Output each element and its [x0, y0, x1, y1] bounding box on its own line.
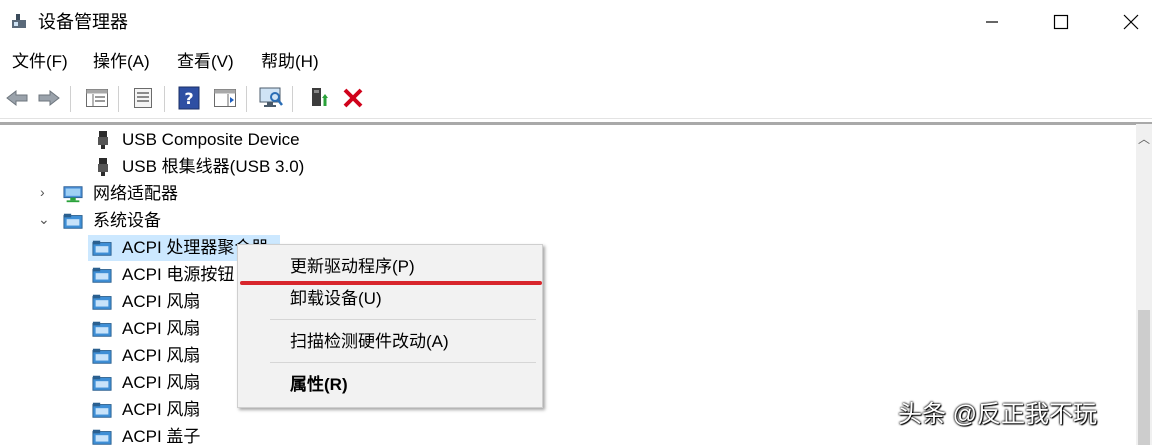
close-icon [1123, 14, 1139, 30]
tree-row-label: ACPI 风扇 [122, 346, 201, 365]
toolbar-separator [164, 86, 165, 112]
network-adapter-icon [63, 186, 83, 203]
tree-row-acpi-fan[interactable]: ACPI 风扇 [0, 315, 1136, 342]
menu-separator [270, 362, 536, 363]
properties-toolbar-button[interactable] [130, 85, 156, 111]
tree-row-label: ACPI 电源按钮 [122, 265, 235, 284]
update-driver-button[interactable] [306, 85, 332, 111]
help-toolbar-button[interactable]: ? [176, 85, 202, 111]
tree-row-system-devices[interactable]: ⌄ 系统设备 [0, 207, 1136, 234]
red-highlight-underline [240, 281, 542, 285]
menu-item-properties[interactable]: 属性(R) [290, 373, 348, 397]
chevron-right-icon[interactable]: › [40, 184, 54, 202]
toolbar-separator [70, 86, 71, 112]
svg-text:?: ? [184, 89, 193, 108]
action-pane-button[interactable] [212, 85, 238, 111]
update-driver-icon [312, 88, 328, 106]
menu-bar: 文件(F) 操作(A) 查看(V) 帮助(H) [0, 46, 1152, 78]
tree-row-label: 网络适配器 [93, 184, 178, 203]
back-button[interactable] [4, 85, 30, 111]
tree-row-acpi-fan[interactable]: ACPI 风扇 [0, 369, 1136, 396]
tree-row-label: USB Composite Device [122, 130, 300, 149]
menu-item-uninstall-device[interactable]: 卸载设备(U) [290, 287, 382, 311]
toolbar: ? [0, 80, 1152, 119]
toolbar-separator [118, 86, 119, 112]
minimize-button[interactable] [957, 0, 1027, 44]
system-device-folder-icon [92, 402, 112, 418]
tree-row-usb-composite-device[interactable]: USB Composite Device [0, 126, 1136, 153]
show-hide-console-tree-button[interactable] [84, 85, 110, 111]
forward-button[interactable] [36, 85, 62, 111]
tree-row-label: 系统设备 [93, 211, 161, 230]
context-menu: 更新驱动程序(P) 卸载设备(U) 扫描检测硬件改动(A) 属性(R) [237, 244, 543, 408]
usb-plug-icon [98, 131, 108, 149]
scroll-up-chevron-icon[interactable]: ︿ [1136, 130, 1152, 146]
tree-row-acpi-fan[interactable]: ACPI 风扇 [0, 288, 1136, 315]
usb-plug-icon [98, 158, 108, 176]
uninstall-device-button[interactable] [340, 85, 366, 111]
system-device-folder-icon [92, 321, 112, 337]
system-device-folder-icon [92, 348, 112, 364]
tree-row-label: USB 根集线器(USB 3.0) [122, 157, 305, 176]
vertical-scrollbar[interactable]: ︿ [1136, 124, 1152, 445]
tree-row-network-adapters[interactable]: › 网络适配器 [0, 180, 1136, 207]
system-device-folder-icon [92, 240, 112, 256]
toolbar-separator [246, 86, 247, 112]
close-button[interactable] [1096, 0, 1152, 44]
delete-x-icon [343, 88, 363, 108]
tree-row-label: ACPI 风扇 [122, 400, 201, 419]
device-tree: USB Composite Device USB 根集线器(USB 3.0) ›… [0, 124, 1136, 445]
watermark: 头条 @反正我不玩 [898, 401, 1098, 428]
title-bar: 设备管理器 [0, 0, 1152, 44]
console-tree-icon [86, 89, 108, 107]
scrollbar-thumb[interactable] [1138, 310, 1150, 445]
tree-row-usb-root-hub[interactable]: USB 根集线器(USB 3.0) [0, 153, 1136, 180]
window-title: 设备管理器 [38, 12, 128, 32]
tree-row-label: ACPI 风扇 [122, 292, 201, 311]
monitor-scan-icon [259, 87, 283, 107]
tree-row-label: ACPI 风扇 [122, 319, 201, 338]
tree-row-acpi-processor-aggregator[interactable]: ACPI 处理器聚合器 [0, 234, 1136, 261]
properties-sheet-icon [134, 88, 152, 108]
maximize-button[interactable] [1026, 0, 1096, 44]
menu-view[interactable]: 查看(V) [177, 50, 234, 74]
menu-action[interactable]: 操作(A) [93, 50, 150, 74]
tree-row-acpi-power-button[interactable]: ACPI 电源按钮 [0, 261, 1136, 288]
action-pane-icon [214, 89, 236, 107]
system-device-folder-icon [92, 375, 112, 391]
tree-row-label: ACPI 盖子 [122, 427, 201, 445]
device-manager-icon [12, 14, 26, 28]
menu-item-update-driver[interactable]: 更新驱动程序(P) [290, 255, 415, 279]
chevron-down-icon[interactable]: ⌄ [38, 211, 52, 229]
menu-item-scan-hardware[interactable]: 扫描检测硬件改动(A) [290, 330, 449, 354]
maximize-icon [1053, 14, 1069, 30]
menu-separator [270, 319, 536, 320]
system-device-folder-icon [92, 267, 112, 283]
menu-file[interactable]: 文件(F) [12, 50, 68, 74]
menu-help[interactable]: 帮助(H) [261, 50, 319, 74]
help-question-icon: ? [178, 86, 200, 110]
tree-row-label: ACPI 风扇 [122, 373, 201, 392]
system-device-folder-icon [63, 213, 83, 229]
tree-row-acpi-fan[interactable]: ACPI 风扇 [0, 342, 1136, 369]
toolbar-separator [292, 86, 293, 112]
back-arrow-icon [6, 89, 28, 107]
minimize-icon [986, 21, 998, 23]
scan-hardware-button[interactable] [258, 85, 284, 111]
forward-arrow-icon [38, 89, 60, 107]
system-device-folder-icon [92, 294, 112, 310]
system-device-folder-icon [92, 429, 112, 445]
